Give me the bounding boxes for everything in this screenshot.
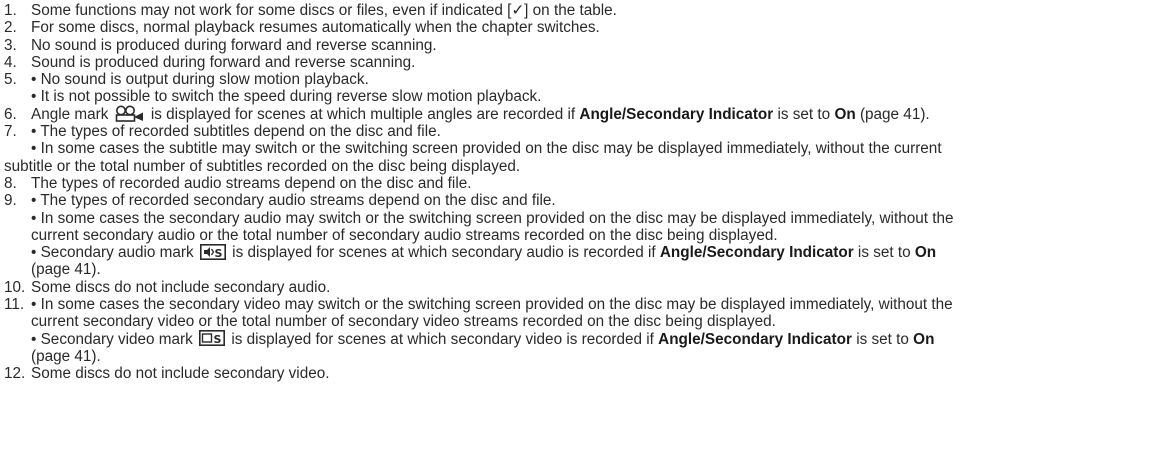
note-7: 7. • The types of recorded subtitles dep… xyxy=(4,123,1154,175)
note-text: Some discs do not include secondary vide… xyxy=(31,365,330,383)
svg-text:S: S xyxy=(214,333,222,346)
note-number: 2. xyxy=(4,19,17,37)
note-text: Sound is produced during forward and rev… xyxy=(31,53,416,71)
note-6: 6. Angle mark is displayed for scenes at… xyxy=(4,105,1154,123)
note-12: 12. Some discs do not include secondary … xyxy=(4,365,1154,382)
note-body: • No sound is output during slow motion … xyxy=(31,71,1154,106)
setting-value: On xyxy=(834,105,856,123)
note-number: 11. xyxy=(4,296,25,314)
note-body: Angle mark is displayed for scenes at wh… xyxy=(31,105,1154,123)
note-2: 2. For some discs, normal playback resum… xyxy=(4,19,1154,36)
note-text: Some functions may not work for some dis… xyxy=(31,2,617,19)
angle-mark-icon xyxy=(115,105,143,122)
setting-value: On xyxy=(914,244,937,262)
note-10: 10. Some discs do not include secondary … xyxy=(4,279,1154,296)
note-text: Angle mark xyxy=(31,105,109,123)
note-text: • Secondary audio mark xyxy=(31,244,194,262)
page-reference: (page 41). xyxy=(31,261,101,279)
note-bullet: • Secondary audio mark S is displayed fo… xyxy=(31,243,1154,262)
note-number: 12. xyxy=(4,365,26,383)
note-text: The types of recorded audio streams depe… xyxy=(31,174,472,192)
note-1: 1. Some functions may not work for some … xyxy=(4,2,1154,19)
note-bullet: • No sound is output during slow motion … xyxy=(31,71,369,89)
note-5: 5. • No sound is output during slow moti… xyxy=(4,71,1154,106)
note-number: 1. xyxy=(4,2,17,19)
note-number: 9. xyxy=(4,192,17,210)
note-number: 10. xyxy=(4,278,26,296)
note-body: • The types of recorded subtitles depend… xyxy=(4,123,1154,175)
note-8: 8. The types of recorded audio streams d… xyxy=(4,175,1154,192)
note-bullet: • In some cases the secondary video may … xyxy=(31,296,953,314)
secondary-audio-mark-icon: S xyxy=(199,243,226,260)
note-number: 6. xyxy=(4,105,17,123)
note-bullet: • In some cases the subtitle may switch … xyxy=(31,140,942,158)
secondary-video-mark-icon: S xyxy=(199,330,226,346)
note-bullet-continuation: subtitle or the total number of subtitle… xyxy=(4,157,521,175)
note-bullet: • In some cases the secondary audio may … xyxy=(31,209,954,227)
note-11: 11. • In some cases the secondary video … xyxy=(4,296,1154,365)
svg-text:S: S xyxy=(214,247,222,260)
setting-name: Angle/Secondary Indicator xyxy=(658,330,852,348)
note-number: 8. xyxy=(4,174,17,192)
note-text: For some discs, normal playback resumes … xyxy=(31,19,600,37)
note-body: • The types of recorded secondary audio … xyxy=(31,192,1154,278)
note-number: 3. xyxy=(4,36,17,54)
note-bullet-continuation: current secondary audio or the total num… xyxy=(31,226,778,244)
note-bullet: • The types of recorded secondary audio … xyxy=(31,192,556,210)
note-4: 4. Sound is produced during forward and … xyxy=(4,54,1154,71)
note-9: 9. • The types of recorded secondary aud… xyxy=(4,192,1154,278)
notes-list: 1. Some functions may not work for some … xyxy=(4,2,1154,383)
note-text: • Secondary video mark xyxy=(31,330,193,348)
note-text: is displayed for scenes at which seconda… xyxy=(231,330,654,348)
note-text: No sound is produced during forward and … xyxy=(31,36,437,54)
page-reference: (page 41). xyxy=(859,105,930,123)
note-bullet-continuation: current secondary video or the total num… xyxy=(31,313,776,331)
note-bullet: • Secondary video mark S is displayed fo… xyxy=(31,330,1154,348)
note-text: is set to xyxy=(857,244,911,262)
note-text: Some discs do not include secondary audi… xyxy=(31,278,331,296)
setting-value: On xyxy=(913,330,935,348)
note-text: is set to xyxy=(777,105,831,123)
note-bullet: • The types of recorded subtitles depend… xyxy=(31,123,441,141)
note-number: 4. xyxy=(4,53,17,71)
note-text: is displayed for scenes at which seconda… xyxy=(232,244,656,262)
note-text: is set to xyxy=(856,330,909,348)
note-number: 5. xyxy=(4,71,17,89)
note-text: is displayed for scenes at which multipl… xyxy=(150,105,576,123)
setting-name: Angle/Secondary Indicator xyxy=(579,105,774,123)
setting-name: Angle/Secondary Indicator xyxy=(659,244,854,262)
note-body: • In some cases the secondary video may … xyxy=(31,296,1154,365)
note-bullet: • It is not possible to switch the speed… xyxy=(31,88,542,106)
note-3: 3. No sound is produced during forward a… xyxy=(4,37,1154,54)
page-reference: (page 41). xyxy=(31,347,101,365)
